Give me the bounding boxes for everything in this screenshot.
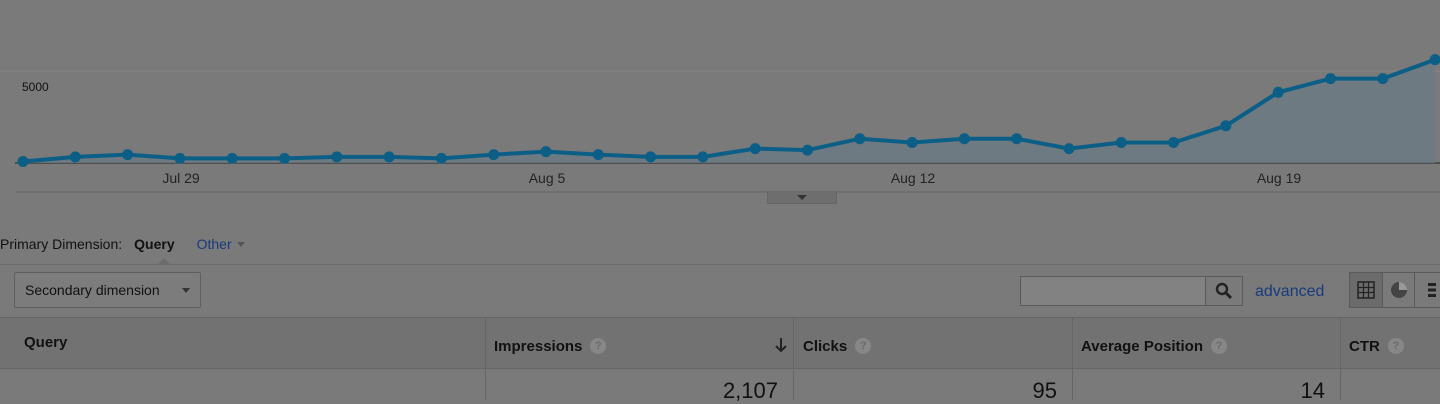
table-view-button[interactable] xyxy=(1350,273,1383,307)
secondary-dimension-dropdown[interactable]: Secondary dimension xyxy=(14,272,201,308)
data-point xyxy=(854,133,866,145)
search-icon xyxy=(1215,282,1233,300)
x-tick-label: Jul 29 xyxy=(162,170,200,186)
advanced-filter-link[interactable]: advanced xyxy=(1255,283,1324,301)
secondary-dimension-label: Secondary dimension xyxy=(25,282,160,298)
data-point xyxy=(488,149,500,161)
pie-view-button[interactable] xyxy=(1383,273,1416,307)
cell-impressions: 2,107 xyxy=(722,378,778,403)
data-point xyxy=(174,152,186,164)
dimension-other-dropdown[interactable]: Other xyxy=(197,236,245,252)
data-point xyxy=(802,144,813,156)
column-header-query[interactable]: Query xyxy=(24,317,67,367)
data-point xyxy=(1377,73,1389,85)
x-tick-label: Aug 19 xyxy=(1256,170,1302,186)
caret-down-icon xyxy=(236,241,245,247)
data-point xyxy=(906,137,918,148)
chart-plot xyxy=(0,54,1440,193)
data-point xyxy=(1220,120,1232,132)
data-point xyxy=(1272,86,1284,98)
data-point xyxy=(122,149,134,161)
impressions-chart: 5000 Jul 29 Aug 5 Aug 12 Aug 19 xyxy=(0,0,1440,205)
help-icon[interactable]: ? xyxy=(590,338,607,354)
series-area xyxy=(23,59,1436,163)
data-point xyxy=(435,152,447,164)
column-divider xyxy=(793,317,794,400)
data-point xyxy=(279,152,290,164)
pie-icon xyxy=(1390,282,1407,298)
table-search-input[interactable] xyxy=(1020,276,1206,306)
help-icon[interactable]: ? xyxy=(855,338,872,354)
column-header-ctr[interactable]: CTR ? xyxy=(1349,321,1404,371)
data-point xyxy=(958,133,970,145)
table-header: Query Impressions ? Clicks ? Average Pos… xyxy=(0,317,1440,369)
column-divider xyxy=(1340,317,1341,400)
data-point xyxy=(1168,137,1180,148)
column-header-label: Query xyxy=(24,333,68,351)
data-point xyxy=(1115,137,1127,148)
data-point xyxy=(1325,73,1336,85)
data-point xyxy=(1011,133,1023,145)
primary-dimension-bar: Primary Dimension: Query Other xyxy=(0,232,245,256)
data-point xyxy=(383,151,395,163)
column-header-clicks[interactable]: Clicks ? xyxy=(803,321,872,371)
data-point xyxy=(645,151,657,163)
dimension-other-label: Other xyxy=(196,236,232,252)
column-header-label: Clicks xyxy=(803,337,848,355)
more-icon xyxy=(1427,283,1436,297)
data-point xyxy=(592,149,604,161)
primary-dimension-label: Primary Dimension: xyxy=(0,236,123,252)
data-point xyxy=(331,151,343,163)
y-tick-label: 5000 xyxy=(22,80,49,94)
column-header-average-position[interactable]: Average Position ? xyxy=(1081,321,1227,371)
caret-down-icon xyxy=(797,194,807,200)
view-toggle-group xyxy=(1349,272,1440,308)
caret-down-icon xyxy=(182,288,190,293)
more-view-button[interactable] xyxy=(1415,273,1440,307)
x-tick-label: Aug 12 xyxy=(890,170,936,186)
cell-average-position: 14 xyxy=(1300,378,1325,403)
cell-clicks: 95 xyxy=(1032,378,1057,403)
column-header-label: CTR xyxy=(1349,337,1380,355)
column-header-label: Average Position xyxy=(1081,337,1203,355)
x-tick-label: Aug 5 xyxy=(528,170,566,186)
divider xyxy=(0,264,1440,265)
data-point xyxy=(17,156,29,167)
column-header-impressions[interactable]: Impressions ? xyxy=(494,321,792,371)
column-divider xyxy=(1072,317,1073,400)
data-point xyxy=(540,146,552,158)
search-button[interactable] xyxy=(1205,276,1243,306)
grid-icon xyxy=(1357,281,1375,299)
data-point xyxy=(69,151,81,163)
data-point xyxy=(749,143,761,155)
help-icon[interactable]: ? xyxy=(1210,338,1227,354)
data-point xyxy=(1063,143,1075,155)
column-header-label: Impressions xyxy=(494,337,583,355)
data-point xyxy=(226,152,238,164)
sort-desc-icon xyxy=(775,338,787,353)
chart-collapse-handle[interactable] xyxy=(767,191,837,204)
dimension-query-tab[interactable]: Query xyxy=(134,236,174,252)
help-icon[interactable]: ? xyxy=(1387,338,1404,354)
data-point xyxy=(697,151,709,163)
column-divider xyxy=(485,317,486,400)
